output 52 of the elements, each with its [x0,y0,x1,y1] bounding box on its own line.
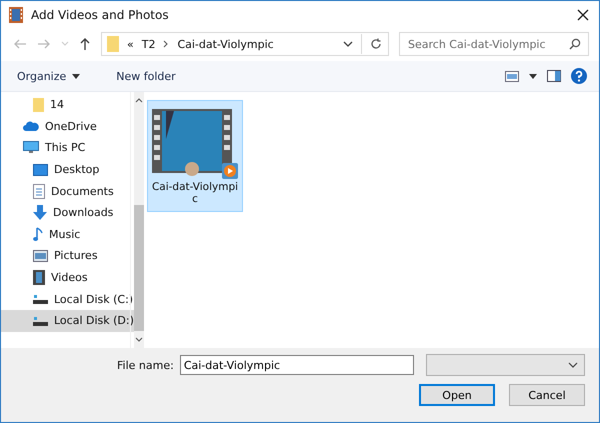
search-field[interactable]: Search Cai-dat-Violympic [399,32,589,56]
search-icon[interactable] [569,38,581,50]
view-icon[interactable] [505,70,519,82]
scrollbar[interactable] [134,92,144,348]
sidebar-item[interactable]: Videos [1,266,134,288]
file-name-label: File name: [117,358,174,372]
address-bar[interactable]: « T2 Cai-dat-Violympic [101,32,389,56]
desktop-icon [33,164,48,176]
drive-icon [33,314,48,327]
open-button[interactable]: Open [419,384,495,406]
picture-icon [33,250,48,262]
help-icon[interactable] [571,68,587,84]
overflow-chevron[interactable]: « [127,38,134,50]
breadcrumb[interactable]: Cai-dat-Violympic [177,38,274,50]
monitor-icon [23,141,39,154]
view-caret-icon[interactable] [529,74,537,78]
dropdown-caret-icon [568,362,578,368]
down-arrow-icon [33,205,47,220]
new-folder-button[interactable]: New folder [110,68,182,84]
file-name-field[interactable]: Cai-dat-Violympic [180,355,414,375]
document-icon [33,184,45,199]
preview-pane-icon[interactable] [547,70,561,82]
cloud-icon [23,121,39,132]
organize-button[interactable]: Organize [11,68,86,84]
sidebar-item[interactable]: Music [1,224,134,246]
close-icon[interactable] [577,9,589,21]
caret-icon [72,74,80,78]
video-thumbnail-icon [152,109,238,179]
film-icon [9,7,23,23]
cancel-button[interactable]: Cancel [509,384,585,406]
file-item[interactable]: Cai-dat-Violympic [147,100,243,212]
scroll-up-icon[interactable] [134,98,143,103]
sidebar-item[interactable]: Pictures [1,245,134,267]
sidebar-item[interactable]: Downloads [1,202,134,224]
sidebar-item[interactable]: This PC [1,137,134,159]
drive-icon [33,293,48,306]
scroll-down-icon[interactable] [134,337,143,342]
sidebar-item[interactable]: OneDrive [1,116,134,138]
breadcrumb[interactable]: T2 [142,38,156,50]
music-note-icon [33,226,43,242]
window-title: Add Videos and Photos [31,8,170,22]
sidebar-item[interactable]: Desktop [1,158,134,180]
sidebar-item[interactable]: Documents [1,180,134,202]
film-icon [33,270,45,286]
up-arrow-icon[interactable] [79,37,91,51]
chevron-right-icon[interactable] [163,40,170,48]
dropdown-caret-icon[interactable] [343,41,353,47]
refresh-icon[interactable] [370,38,382,50]
sidebar-item[interactable]: Local Disk (D:) [1,310,134,332]
folder-icon [107,36,119,52]
folder-icon [33,98,44,112]
sidebar-item[interactable]: 14 [1,94,134,116]
